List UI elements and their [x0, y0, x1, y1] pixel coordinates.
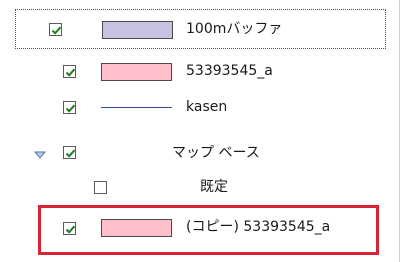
group-name: マップ ベース [172, 145, 260, 161]
layer-name: 53393545_a [186, 63, 273, 79]
contents-panel: 100mバッファ 53393545_a kasen マップ ベース 既定 (コピ… [0, 0, 403, 262]
fill-symbol-swatch [101, 63, 172, 81]
layer-visibility-checkbox[interactable] [63, 146, 76, 159]
fill-symbol-swatch [102, 21, 173, 39]
check-mark-icon [51, 26, 62, 35]
layer-visibility-checkbox[interactable] [63, 101, 76, 114]
check-mark-icon [65, 104, 76, 113]
layer-name: 既定 [200, 179, 228, 195]
panel-edge [399, 0, 400, 262]
line-symbol [101, 107, 172, 108]
layer-name: 100mバッファ [186, 21, 283, 37]
layer-visibility-checkbox[interactable] [49, 23, 62, 36]
check-mark-icon [65, 149, 76, 158]
layer-row-100m-buffer[interactable]: 100mバッファ [0, 9, 399, 51]
layer-row-default[interactable]: 既定 [0, 168, 399, 210]
highlight-annotation-box [38, 205, 379, 255]
layer-visibility-checkbox[interactable] [63, 65, 76, 78]
layer-visibility-checkbox[interactable] [94, 181, 107, 194]
layer-row-kasen[interactable]: kasen [0, 87, 399, 129]
layer-name: kasen [186, 99, 228, 115]
expand-arrow-icon[interactable] [34, 150, 46, 160]
check-mark-icon [65, 68, 76, 77]
